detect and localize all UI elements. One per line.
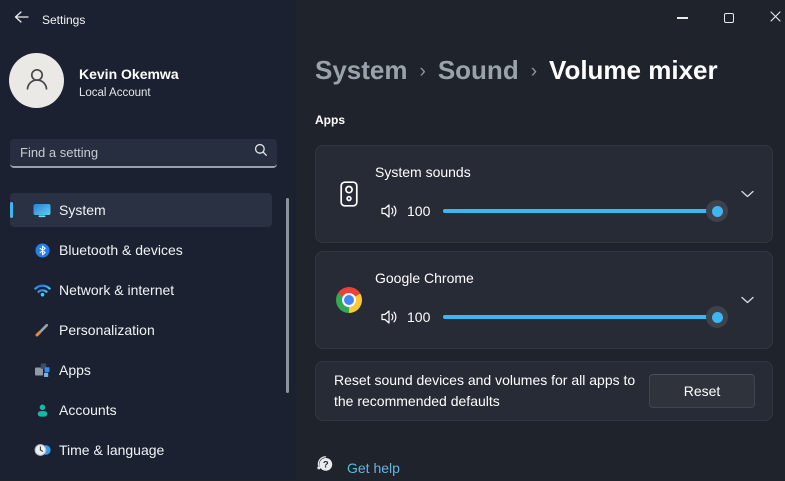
volume-icon[interactable]: [379, 307, 399, 327]
app-name: System sounds: [375, 164, 471, 180]
breadcrumb-sound[interactable]: Sound: [438, 55, 519, 86]
sidebar-item-label: Apps: [59, 362, 91, 378]
reset-row: Reset sound devices and volumes for all …: [315, 361, 773, 421]
sidebar-item-label: Network & internet: [59, 282, 175, 298]
sidebar-item-label: Bluetooth & devices: [59, 242, 183, 258]
breadcrumb: System › Sound › Volume mixer: [315, 55, 718, 86]
window-title: Settings: [42, 13, 86, 27]
person-icon: [23, 64, 51, 97]
slider-fill: [443, 306, 728, 328]
close-button[interactable]: [759, 0, 785, 36]
maximize-icon: [724, 13, 734, 23]
sidebar-item-personalization[interactable]: Personalization: [10, 313, 272, 347]
page-title: Volume mixer: [549, 55, 718, 85]
volume-slider[interactable]: [443, 306, 728, 328]
get-help-link[interactable]: Get help: [347, 460, 400, 476]
mixer-card-google-chrome: Google Chrome 100: [315, 251, 773, 349]
accounts-icon: [33, 402, 51, 418]
avatar: [9, 53, 64, 108]
reset-description: Reset sound devices and volumes for all …: [334, 372, 636, 409]
maximize-button[interactable]: [713, 0, 745, 36]
chevron-right-icon: ›: [530, 60, 538, 82]
volume-slider[interactable]: [443, 200, 728, 222]
system-icon: [33, 202, 51, 218]
breadcrumb-system[interactable]: System: [315, 55, 408, 86]
back-arrow-icon: [14, 10, 29, 28]
close-icon: [769, 9, 781, 27]
search-icon[interactable]: [254, 143, 268, 162]
slider-fill: [443, 200, 728, 222]
sidebar-item-apps[interactable]: Apps: [10, 353, 272, 387]
volume-value: 100: [407, 309, 431, 325]
mixer-card-system-sounds: System sounds 100: [315, 145, 773, 243]
app-name: Google Chrome: [375, 270, 474, 286]
sidebar-item-label: Time & language: [59, 442, 165, 458]
slider-thumb[interactable]: [706, 306, 728, 328]
chevron-right-icon: ›: [419, 60, 426, 82]
sidebar-item-label: Personalization: [59, 322, 155, 338]
sidebar-item-network-internet[interactable]: Network & internet: [10, 273, 272, 307]
sidebar-item-time-language[interactable]: Time & language: [10, 433, 272, 467]
get-help: ? Get help: [315, 454, 400, 481]
minimize-button[interactable]: [666, 0, 698, 36]
sidebar-scrollbar[interactable]: [286, 198, 289, 393]
time-language-icon: [33, 442, 51, 458]
minimize-icon: [676, 17, 688, 19]
mixer-body: Google Chrome 100: [375, 252, 728, 348]
user-account-type: Local Account: [79, 87, 151, 99]
sidebar-item-accounts[interactable]: Accounts: [10, 393, 272, 427]
reset-button[interactable]: Reset: [649, 374, 755, 408]
expand-button[interactable]: [741, 190, 754, 198]
personalization-icon: [33, 322, 51, 338]
apps-icon: [33, 362, 51, 378]
search-input[interactable]: [20, 145, 254, 160]
google-chrome-icon: [336, 287, 362, 313]
sidebar-item-label: Accounts: [59, 402, 117, 418]
user-name: Kevin Okemwa: [79, 66, 179, 82]
back-button[interactable]: [8, 8, 34, 30]
volume-value: 100: [407, 203, 431, 219]
bluetooth-icon: [33, 242, 51, 258]
volume-icon[interactable]: [379, 201, 399, 221]
svg-text:?: ?: [323, 460, 329, 471]
network-icon: [33, 282, 51, 298]
section-label-apps: Apps: [315, 113, 345, 127]
sidebar-item-label: System: [59, 202, 106, 218]
system-sounds-icon: [336, 181, 362, 207]
slider-thumb[interactable]: [706, 200, 728, 222]
sidebar-item-bluetooth-devices[interactable]: Bluetooth & devices: [10, 233, 272, 267]
selected-indicator: [10, 202, 13, 218]
expand-button[interactable]: [741, 296, 754, 304]
sidebar-item-system[interactable]: System: [10, 193, 272, 227]
mixer-body: System sounds 100: [375, 146, 728, 242]
sidebar: Settings Kevin Okemwa Local Account Syst…: [0, 0, 296, 480]
get-help-icon: ?: [315, 454, 335, 481]
main-panel: System › Sound › Volume mixer Apps Syste…: [296, 0, 785, 480]
search-box[interactable]: [10, 139, 277, 168]
sidebar-nav: System Bluetooth & devices Network & int…: [10, 193, 272, 473]
